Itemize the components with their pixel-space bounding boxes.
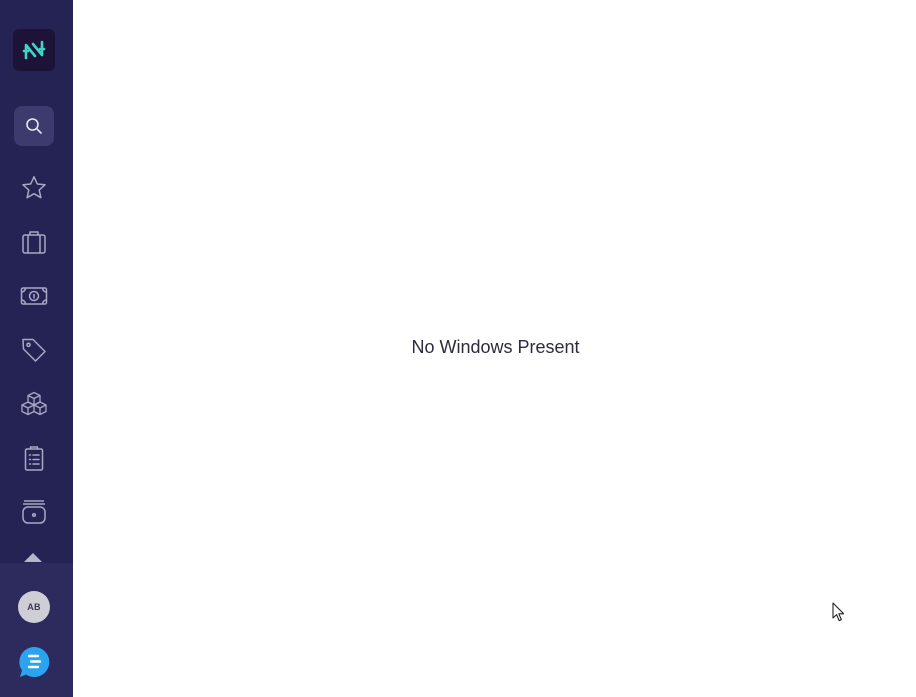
- app-logo-icon: [22, 40, 46, 60]
- app-logo[interactable]: [13, 29, 55, 71]
- chat-icon: [19, 646, 50, 677]
- star-icon: [22, 176, 46, 199]
- user-avatar[interactable]: AB: [18, 591, 50, 623]
- sidebar-scroll-up-icon[interactable]: [24, 553, 42, 562]
- app-window: AB No Windows Present: [0, 0, 916, 697]
- sidebar-item-jobs[interactable]: [14, 222, 54, 262]
- sidebar-item-tags[interactable]: [14, 330, 54, 370]
- empty-state-message: No Windows Present: [411, 337, 580, 357]
- cubes-icon: [21, 391, 47, 416]
- sidebar-item-tasks[interactable]: [14, 438, 54, 478]
- briefcase-icon: [22, 231, 46, 254]
- chat-button[interactable]: [18, 646, 50, 678]
- sidebar-item-billing[interactable]: [14, 276, 54, 316]
- sidebar: AB: [0, 0, 73, 697]
- sidebar-item-inventory[interactable]: [14, 384, 54, 424]
- mouse-cursor-icon: [832, 602, 845, 622]
- sidebar-item-archive[interactable]: [14, 492, 54, 532]
- clipboard-list-icon: [24, 446, 44, 471]
- money-icon: [20, 287, 48, 305]
- main-content-area: No Windows Present: [73, 0, 916, 697]
- search-button[interactable]: [14, 106, 54, 146]
- search-icon: [26, 118, 42, 134]
- archive-icon: [22, 500, 46, 524]
- sidebar-footer: AB: [0, 563, 73, 697]
- tag-icon: [22, 338, 46, 362]
- sidebar-item-favorites[interactable]: [14, 168, 54, 208]
